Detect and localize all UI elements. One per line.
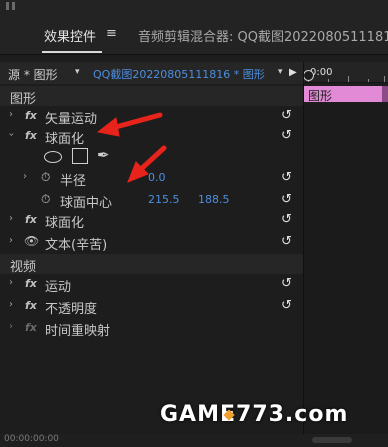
red-arrow-shaft <box>109 112 163 131</box>
watermark-logo: GAME773.com <box>160 402 349 427</box>
annotation-arrows <box>96 112 167 183</box>
current-timecode[interactable]: 00:00:00:00 <box>4 434 59 444</box>
red-arrow-shaft <box>137 145 167 173</box>
bottom-bar: 00:00:00:00 <box>0 434 388 447</box>
zoom-scrollbar[interactable] <box>312 437 352 443</box>
red-arrow-head <box>96 117 120 137</box>
